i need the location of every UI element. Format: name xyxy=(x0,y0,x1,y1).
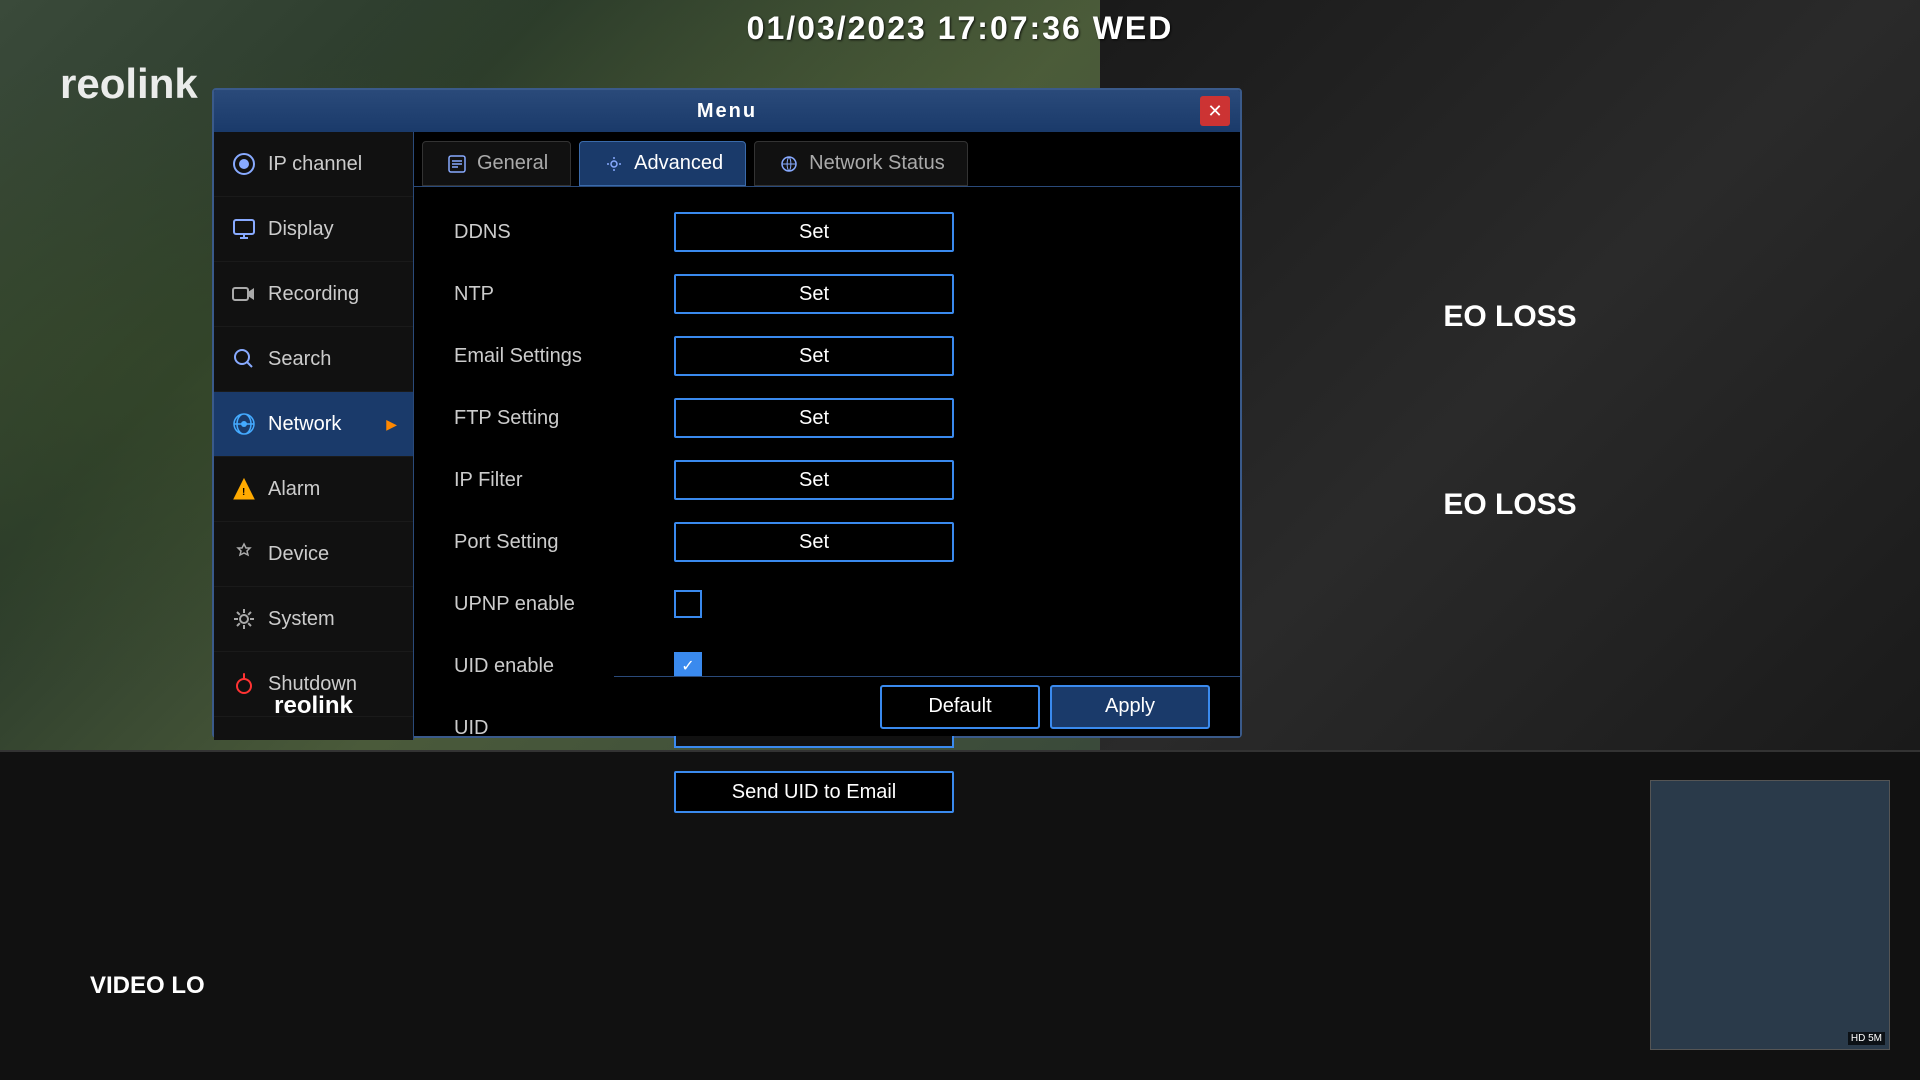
email-set-button[interactable]: Set xyxy=(674,336,954,376)
label-uid-enable: UID enable xyxy=(454,655,674,678)
form-row-port: Port Setting Set xyxy=(454,517,1200,567)
form-row-ip-filter: IP Filter Set xyxy=(454,455,1200,505)
label-ip-filter: IP Filter xyxy=(454,469,674,492)
sidebar-item-ip-channel[interactable]: IP channel xyxy=(214,132,413,197)
shutdown-icon xyxy=(230,670,258,698)
sidebar-item-label-system: System xyxy=(268,608,335,631)
tab-icon-advanced xyxy=(602,152,626,176)
label-upnp: UPNP enable xyxy=(454,593,674,616)
sidebar-item-label-network: Network xyxy=(268,413,341,436)
tab-network-status[interactable]: Network Status xyxy=(754,141,968,186)
sidebar-item-display[interactable]: Display xyxy=(214,197,413,262)
tab-label-general: General xyxy=(477,152,548,175)
display-icon xyxy=(230,215,258,243)
form-row-email: Email Settings Set xyxy=(454,331,1200,381)
sidebar-item-system[interactable]: System xyxy=(214,587,413,652)
tab-bar: General Advanced Network Status xyxy=(414,132,1240,187)
sidebar-item-recording[interactable]: Recording xyxy=(214,262,413,327)
recording-icon xyxy=(230,280,258,308)
search-icon xyxy=(230,345,258,373)
system-icon xyxy=(230,605,258,633)
apply-button[interactable]: Apply xyxy=(1050,685,1210,729)
video-loss-label-2: EO LOSS xyxy=(1443,488,1576,522)
sidebar-item-device[interactable]: Device xyxy=(214,522,413,587)
tab-label-advanced: Advanced xyxy=(634,152,723,175)
form-row-upnp: UPNP enable xyxy=(454,579,1200,629)
active-arrow-icon: ▶ xyxy=(386,416,397,433)
label-port: Port Setting xyxy=(454,531,674,554)
dialog-titlebar: Menu ✕ xyxy=(214,90,1240,132)
sidebar-item-label-alarm: Alarm xyxy=(268,478,320,501)
sidebar-item-network[interactable]: Network ▶ xyxy=(214,392,413,457)
svg-text:!: ! xyxy=(242,487,245,498)
tab-advanced[interactable]: Advanced xyxy=(579,141,746,186)
ddns-set-button[interactable]: Set xyxy=(674,212,954,252)
sidebar-item-label-device: Device xyxy=(268,543,329,566)
dialog-footer: Default Apply xyxy=(614,676,1240,736)
sidebar-item-search[interactable]: Search xyxy=(214,327,413,392)
device-icon xyxy=(230,540,258,568)
sidebar-item-label-recording: Recording xyxy=(268,283,359,306)
label-ftp: FTP Setting xyxy=(454,407,674,430)
sidebar: IP channel Display Recording Search Network ▶… xyxy=(214,132,414,740)
video-loss-bottom: VIDEO LO xyxy=(90,972,205,1000)
network-icon xyxy=(230,410,258,438)
upnp-checkbox[interactable] xyxy=(674,590,702,618)
sidebar-item-label-ip-channel: IP channel xyxy=(268,153,362,176)
label-ddns: DDNS xyxy=(454,221,674,244)
ip-filter-set-button[interactable]: Set xyxy=(674,460,954,500)
alarm-icon: ! xyxy=(230,475,258,503)
form-row-ntp: NTP Set xyxy=(454,269,1200,319)
main-content: General Advanced Network Status DDNS Set N… xyxy=(414,132,1240,736)
form-area: DDNS Set NTP Set Email Settings Set FTP … xyxy=(414,187,1240,847)
sidebar-item-label-display: Display xyxy=(268,218,334,241)
tab-icon-network-status xyxy=(777,152,801,176)
dialog-title: Menu xyxy=(697,100,757,123)
tab-label-network-status: Network Status xyxy=(809,152,945,175)
label-email: Email Settings xyxy=(454,345,674,368)
ftp-set-button[interactable]: Set xyxy=(674,398,954,438)
form-row-send-uid: Send UID to Email xyxy=(454,765,1200,815)
default-button[interactable]: Default xyxy=(880,685,1040,729)
sidebar-item-label-search: Search xyxy=(268,348,331,371)
tab-icon-general xyxy=(445,152,469,176)
port-set-button[interactable]: Set xyxy=(674,522,954,562)
dialog: Menu ✕ IP channel Display Recording Search N… xyxy=(212,88,1242,738)
hd-badge-br: HD 5M xyxy=(1848,1032,1885,1045)
form-row-ftp: FTP Setting Set xyxy=(454,393,1200,443)
video-loss-label-1: EO LOSS xyxy=(1443,300,1576,334)
camera-thumb-br: HD 5M xyxy=(1650,780,1890,1050)
reolink-brand-sidebar: reolink xyxy=(274,692,353,720)
form-row-ddns: DDNS Set xyxy=(454,207,1200,257)
ip-channel-icon xyxy=(230,150,258,178)
timestamp: 01/03/2023 17:07:36 WED xyxy=(747,10,1174,47)
tab-general[interactable]: General xyxy=(422,141,571,186)
sidebar-item-alarm[interactable]: ! Alarm xyxy=(214,457,413,522)
ntp-set-button[interactable]: Set xyxy=(674,274,954,314)
logo-topleft: reolink xyxy=(60,60,198,108)
close-button[interactable]: ✕ xyxy=(1200,96,1230,126)
send-uid-button[interactable]: Send UID to Email xyxy=(674,771,954,813)
label-ntp: NTP xyxy=(454,283,674,306)
